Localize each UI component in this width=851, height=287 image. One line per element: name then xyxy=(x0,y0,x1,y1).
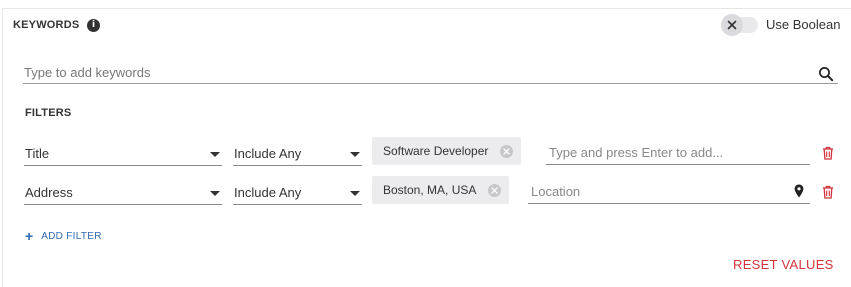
keywords-input[interactable] xyxy=(23,62,838,84)
filter-field-value: Address xyxy=(25,185,73,200)
search-icon[interactable] xyxy=(818,66,834,82)
use-boolean-label: Use Boolean xyxy=(766,17,841,32)
chip-remove-icon[interactable] xyxy=(500,144,514,158)
plus-icon: + xyxy=(25,228,34,244)
filter-chip-boston: Boston, MA, USA xyxy=(372,176,510,204)
chip-remove-icon[interactable] xyxy=(488,183,502,197)
chip-label: Boston, MA, USA xyxy=(383,183,477,197)
filter-field-value: Title xyxy=(25,146,50,161)
boolean-toggle[interactable] xyxy=(721,14,743,36)
filter-operator-select-address[interactable]: Include Any xyxy=(233,181,362,205)
filter-field-select-title[interactable]: Title xyxy=(24,142,222,166)
filter-value-input-title[interactable] xyxy=(546,141,810,165)
location-pin-icon[interactable] xyxy=(794,184,804,198)
filter-field-select-address[interactable]: Address xyxy=(24,181,222,205)
trash-icon[interactable] xyxy=(822,146,834,160)
filter-chip-software-developer: Software Developer xyxy=(372,137,522,165)
add-filter-label: ADD FILTER xyxy=(41,230,102,242)
close-icon xyxy=(727,20,737,30)
chevron-down-icon xyxy=(210,152,220,157)
filter-operator-value: Include Any xyxy=(234,146,302,161)
info-icon[interactable]: i xyxy=(87,19,100,32)
location-input[interactable] xyxy=(528,180,810,204)
reset-values-button[interactable]: RESET VALUES xyxy=(733,257,834,272)
chevron-down-icon xyxy=(350,191,360,196)
chevron-down-icon xyxy=(210,191,220,196)
add-filter-button[interactable]: + ADD FILTER xyxy=(25,228,102,244)
filters-title: FILTERS xyxy=(25,107,72,119)
keywords-title: KEYWORDS xyxy=(13,19,80,31)
filter-operator-value: Include Any xyxy=(234,185,302,200)
chip-label: Software Developer xyxy=(383,144,489,158)
trash-icon[interactable] xyxy=(822,185,834,199)
chevron-down-icon xyxy=(350,152,360,157)
filter-operator-select-title[interactable]: Include Any xyxy=(233,142,362,166)
